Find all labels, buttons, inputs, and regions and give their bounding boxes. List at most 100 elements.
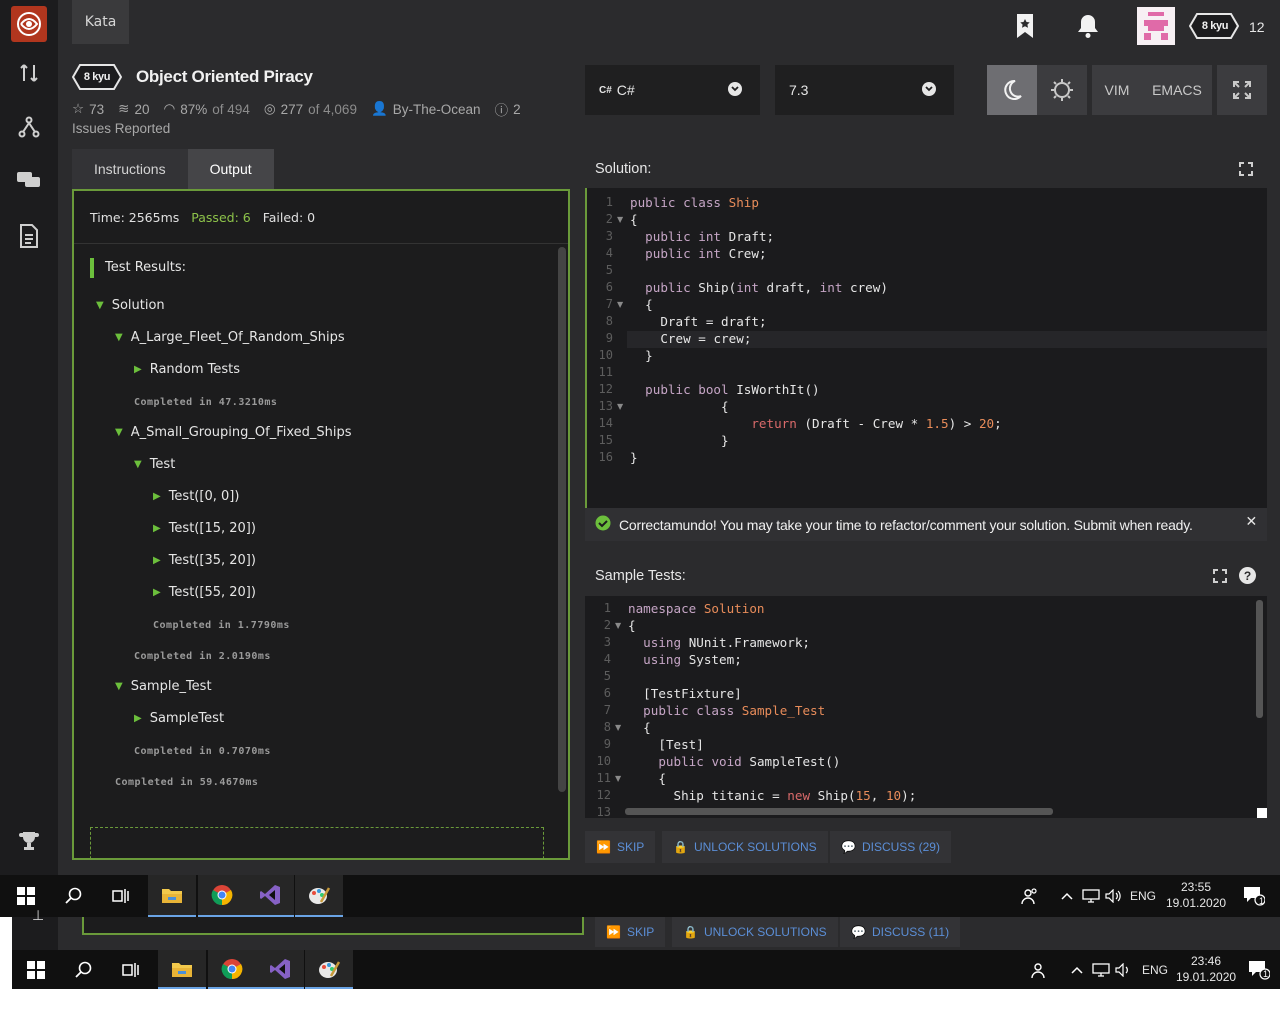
unlock-label: UNLOCK SOLUTIONS	[703, 925, 827, 939]
skip-button[interactable]: ⏩ SKIP	[585, 831, 656, 863]
bookmark-icon[interactable]	[1010, 8, 1040, 44]
sample-tests-vscrollbar[interactable]	[1256, 600, 1263, 718]
task-view-icon[interactable]	[98, 875, 146, 917]
close-icon[interactable]: ✕	[1245, 513, 1257, 530]
line-number: 14	[598, 416, 613, 430]
tray-chevron-up-icon[interactable]	[1054, 875, 1080, 917]
tab-output[interactable]: Output	[187, 149, 274, 189]
discuss-button-background: 💬 DISCUSS (11)	[840, 917, 961, 947]
test-label: A_Large_Fleet_Of_Random_Ships	[130, 330, 345, 345]
skip-label: SKIP	[626, 925, 655, 939]
sample-tests-editor[interactable]: 1 namespace Solution 2 ▼ {3 using NUnit.Fram…	[585, 596, 1267, 818]
test-group-small-grouping[interactable]: ▼ A_Small_Grouping_Of_Fixed_Ships	[115, 425, 352, 440]
expanded-triangle-icon: ▼	[115, 332, 123, 343]
discuss-icon[interactable]	[14, 165, 44, 195]
sample-tests-hscrollbar[interactable]	[625, 808, 1053, 815]
help-icon[interactable]: ?	[1239, 567, 1256, 584]
kata-rank-badge: 8 kyu	[72, 64, 122, 90]
light-theme-button[interactable]	[1037, 65, 1087, 115]
test-item[interactable]: ▶ Test([15, 20])	[153, 521, 256, 536]
output-scrollbar[interactable]	[558, 247, 566, 792]
code-line: public Ship(int draft, int crew)	[645, 280, 888, 295]
skip-label: SKIP	[616, 840, 645, 854]
test-item-sampletest[interactable]: ▶ SampleTest	[134, 711, 224, 726]
solution-header: Solution:	[585, 150, 1267, 188]
issues-label[interactable]: Issues Reported	[72, 121, 170, 136]
line-number: 10	[596, 754, 611, 768]
line-number: 3	[603, 635, 611, 649]
network-icon[interactable]	[1080, 875, 1102, 917]
test-item[interactable]: ▶ Test([0, 0])	[153, 489, 239, 504]
results-marker	[90, 258, 94, 278]
issues-stat[interactable]: ⓘ 2	[495, 99, 521, 119]
notification-bell-icon[interactable]	[1072, 8, 1104, 44]
discuss-button[interactable]: 💬 DISCUSS (29)	[830, 831, 951, 863]
line-number: 7	[603, 703, 611, 717]
code-line: {	[630, 212, 638, 227]
csharp-icon: C#	[599, 84, 612, 96]
language-select[interactable]: C# C#	[585, 65, 760, 115]
stars-stat[interactable]: ☆ 73	[72, 101, 104, 117]
kata-tab[interactable]: Kata	[72, 0, 129, 44]
test-group-large-fleet[interactable]: ▼ A_Large_Fleet_Of_Random_Ships	[115, 330, 345, 345]
fold-triangle-icon[interactable]: ▼	[617, 211, 623, 228]
output-footer-box	[90, 827, 544, 858]
fold-triangle-icon[interactable]: ▼	[617, 398, 623, 415]
kumite-icon[interactable]	[14, 112, 44, 142]
code-line: }	[630, 450, 638, 465]
unlock-solutions-button[interactable]: 🔒 UNLOCK SOLUTIONS	[662, 831, 828, 863]
chrome-icon[interactable]	[198, 875, 246, 917]
author-stat[interactable]: 👤 By-The-Ocean	[371, 101, 481, 117]
test-label: Test([0, 0])	[168, 489, 240, 504]
leaderboard-icon[interactable]	[14, 826, 44, 856]
practice-icon[interactable]	[14, 58, 44, 88]
clock[interactable]: 23:55 19.01.2020	[1166, 879, 1226, 911]
dark-theme-button[interactable]	[987, 65, 1037, 115]
codewars-logo-icon[interactable]	[11, 6, 47, 42]
fold-triangle-icon[interactable]: ▼	[615, 617, 621, 634]
people-icon[interactable]	[1006, 875, 1054, 917]
star-icon: ☆	[72, 101, 85, 116]
visual-studio-icon[interactable]	[246, 875, 294, 917]
action-center-icon[interactable]: 1	[1232, 875, 1276, 917]
honor-count[interactable]: 12	[1249, 19, 1265, 35]
expand-icon[interactable]	[1239, 162, 1253, 180]
completed-time: Completed in 2.0190ms	[134, 651, 271, 662]
version-select[interactable]: 7.3	[775, 65, 954, 115]
test-group-sample[interactable]: ▼ Sample_Test	[115, 679, 212, 694]
solution-title: Solution:	[595, 161, 652, 177]
action-center-icon: 1	[1238, 950, 1280, 989]
sun-icon	[1051, 79, 1073, 101]
windows-taskbar-background: ENG 23:46 19.01.2020 1	[12, 950, 1280, 989]
test-item-random[interactable]: ▶ Random Tests	[134, 362, 240, 377]
solution-editor[interactable]: 1 public class Ship 2 ▼ {3 public int Draft;…	[585, 188, 1267, 508]
completed-time: Completed in 47.3210ms	[134, 397, 278, 408]
file-explorer-icon[interactable]	[148, 875, 196, 917]
test-group-test[interactable]: ▼ Test	[134, 457, 175, 472]
fold-triangle-icon[interactable]: ▼	[615, 719, 621, 736]
user-avatar[interactable]	[1137, 7, 1175, 45]
code-line: public bool IsWorthIt()	[645, 382, 820, 397]
fullscreen-button[interactable]	[1217, 65, 1267, 115]
input-language[interactable]: ENG	[1130, 888, 1156, 904]
expand-icon[interactable]	[1213, 569, 1227, 587]
collections-stat[interactable]: ≋ 20	[118, 101, 149, 117]
fold-triangle-icon[interactable]: ▼	[615, 770, 621, 787]
emacs-button[interactable]: EMACS	[1142, 65, 1212, 115]
header-rank-badge[interactable]: 8 kyu	[1189, 8, 1241, 44]
search-icon	[60, 950, 108, 989]
search-icon[interactable]	[50, 875, 98, 917]
test-label: Test([15, 20])	[168, 521, 256, 536]
kata-title[interactable]: Object Oriented Piracy	[136, 67, 313, 87]
tab-instructions[interactable]: Instructions	[72, 149, 188, 189]
docs-icon[interactable]	[14, 221, 44, 251]
author-name[interactable]: By-The-Ocean	[393, 102, 481, 117]
test-group-solution[interactable]: ▼ Solution	[96, 298, 165, 313]
volume-icon[interactable]	[1102, 875, 1126, 917]
fold-triangle-icon[interactable]: ▼	[617, 296, 623, 313]
line-number: 9	[603, 737, 611, 751]
paint-icon[interactable]	[295, 875, 343, 917]
vim-button[interactable]: VIM	[1092, 65, 1142, 115]
test-item[interactable]: ▶ Test([35, 20])	[153, 553, 256, 568]
test-item[interactable]: ▶ Test([55, 20])	[153, 585, 256, 600]
